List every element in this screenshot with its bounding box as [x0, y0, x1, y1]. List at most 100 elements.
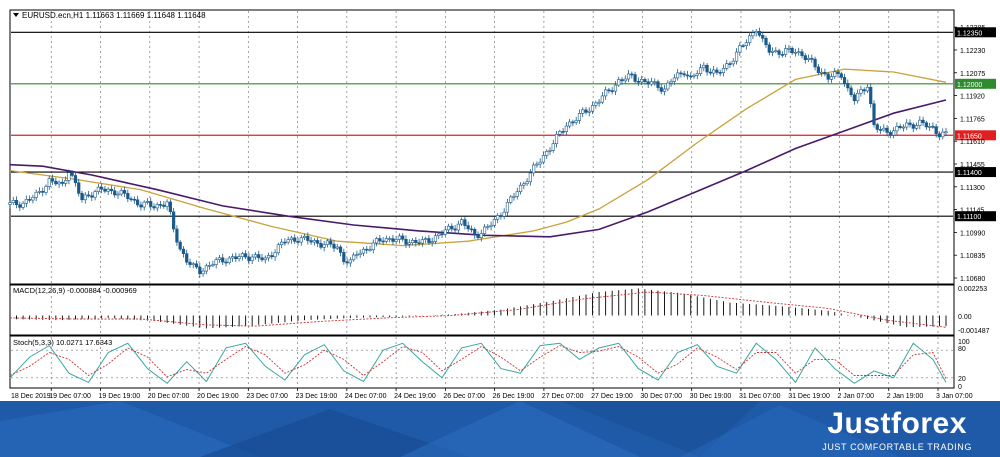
candle-body	[928, 126, 932, 128]
time-label: 31 Dec 19:00	[788, 393, 830, 400]
candle-body	[31, 197, 35, 201]
candle-body	[833, 71, 837, 77]
candle-body	[446, 225, 451, 231]
candle-body	[895, 125, 899, 132]
candle-body	[849, 87, 853, 96]
candle-body	[427, 238, 431, 243]
brand-logo[interactable]: Justforex JUST COMFORTABLE TRADING	[822, 407, 972, 453]
moving-average-fast	[9, 68, 947, 247]
candle-body	[613, 84, 618, 92]
time-label: 24 Dec 07:00	[345, 393, 387, 400]
candle-body	[820, 71, 824, 74]
candle-body	[545, 151, 549, 156]
candle-body	[640, 79, 644, 83]
triangle-down-icon[interactable]	[13, 13, 19, 17]
candle-body	[126, 193, 130, 200]
stoch-title: Stoch(5,3,3) 10.0271 17.6343	[13, 338, 112, 347]
candle-body	[244, 253, 248, 258]
candle-body	[345, 261, 349, 264]
candle-body	[378, 238, 382, 242]
candle-body	[14, 200, 19, 206]
candle-body	[875, 124, 879, 130]
candle-body	[41, 191, 45, 193]
candle-body	[175, 228, 179, 243]
candle-body	[100, 186, 104, 190]
candle-body	[636, 81, 640, 83]
candle-body	[168, 201, 172, 213]
candle-body	[522, 183, 526, 186]
time-label: 26 Dec 07:00	[443, 393, 485, 400]
candle-body	[901, 126, 906, 129]
candle-body	[437, 233, 441, 237]
candle-body	[253, 254, 258, 258]
candle-body	[725, 63, 729, 69]
candle-body	[260, 257, 264, 261]
candle-body	[770, 50, 775, 53]
candle-body	[371, 242, 375, 250]
candle-body	[302, 235, 307, 239]
candle-body	[391, 238, 395, 242]
candle-body	[47, 178, 51, 187]
candle-body	[283, 241, 287, 244]
candle-body	[793, 51, 798, 54]
candle-body	[404, 238, 408, 245]
time-label: 24 Dec 19:00	[394, 393, 436, 400]
candle-body	[944, 131, 948, 134]
candle-body	[257, 254, 261, 259]
candle-body	[643, 79, 647, 83]
candle-body	[852, 94, 856, 102]
candle-body	[132, 198, 136, 201]
chart-canvas[interactable]: 1.123501.120001.116501.114001.11100 1.12…	[0, 0, 1000, 401]
brand-banner: Justforex JUST COMFORTABLE TRADING	[0, 401, 1000, 457]
price-axis: 1.12385 1.12230 1.12075 1.11920 1.11765 1.116…	[954, 25, 985, 283]
candle-body	[862, 89, 866, 92]
macd-axis-top: 0.002253	[958, 286, 987, 293]
candle-body	[325, 240, 330, 245]
candle-body	[230, 256, 235, 259]
candle-body	[810, 57, 814, 60]
candle-body	[306, 235, 310, 241]
candle-body	[509, 196, 513, 203]
candle-body	[316, 240, 320, 244]
candle-body	[692, 74, 696, 77]
candle-body	[764, 38, 768, 46]
candle-body	[499, 215, 503, 217]
candle-body	[28, 199, 32, 201]
candle-body	[741, 45, 745, 47]
candle-body	[859, 89, 863, 94]
time-label: 2 Jan 07:00	[837, 393, 874, 400]
level-lines[interactable]: 1.123501.120001.116501.114001.11100	[11, 27, 996, 222]
candle-body	[460, 219, 464, 225]
candle-body	[103, 188, 107, 192]
candle-body	[198, 266, 202, 275]
candle-body	[162, 204, 166, 207]
candle-body	[116, 193, 120, 196]
candle-body	[188, 261, 192, 265]
candle-body	[208, 265, 212, 267]
candle-body	[388, 238, 392, 240]
candle-body	[662, 88, 667, 92]
candle-body	[715, 69, 719, 73]
candle-body	[80, 193, 84, 201]
time-label: 27 Dec 07:00	[542, 393, 584, 400]
candle-body	[633, 74, 637, 82]
candle-body	[784, 48, 788, 55]
candle-body	[70, 172, 74, 176]
candle-body	[492, 219, 496, 226]
price-label: 1.11610	[960, 139, 985, 146]
candle-body	[708, 71, 712, 74]
candle-body	[397, 235, 402, 240]
candle-body	[505, 202, 510, 213]
candle-body	[172, 211, 176, 230]
candle-body	[806, 57, 811, 61]
candle-body	[594, 102, 598, 106]
candle-body	[50, 178, 55, 182]
candle-body	[525, 181, 529, 185]
candle-body	[551, 143, 555, 151]
candle-body	[905, 122, 909, 128]
time-label: 27 Dec 19:00	[591, 393, 633, 400]
time-label: 30 Dec 07:00	[640, 393, 682, 400]
candle-body	[918, 119, 922, 126]
candle-body	[649, 81, 654, 85]
time-label: 19 Dec 19:00	[99, 393, 141, 400]
